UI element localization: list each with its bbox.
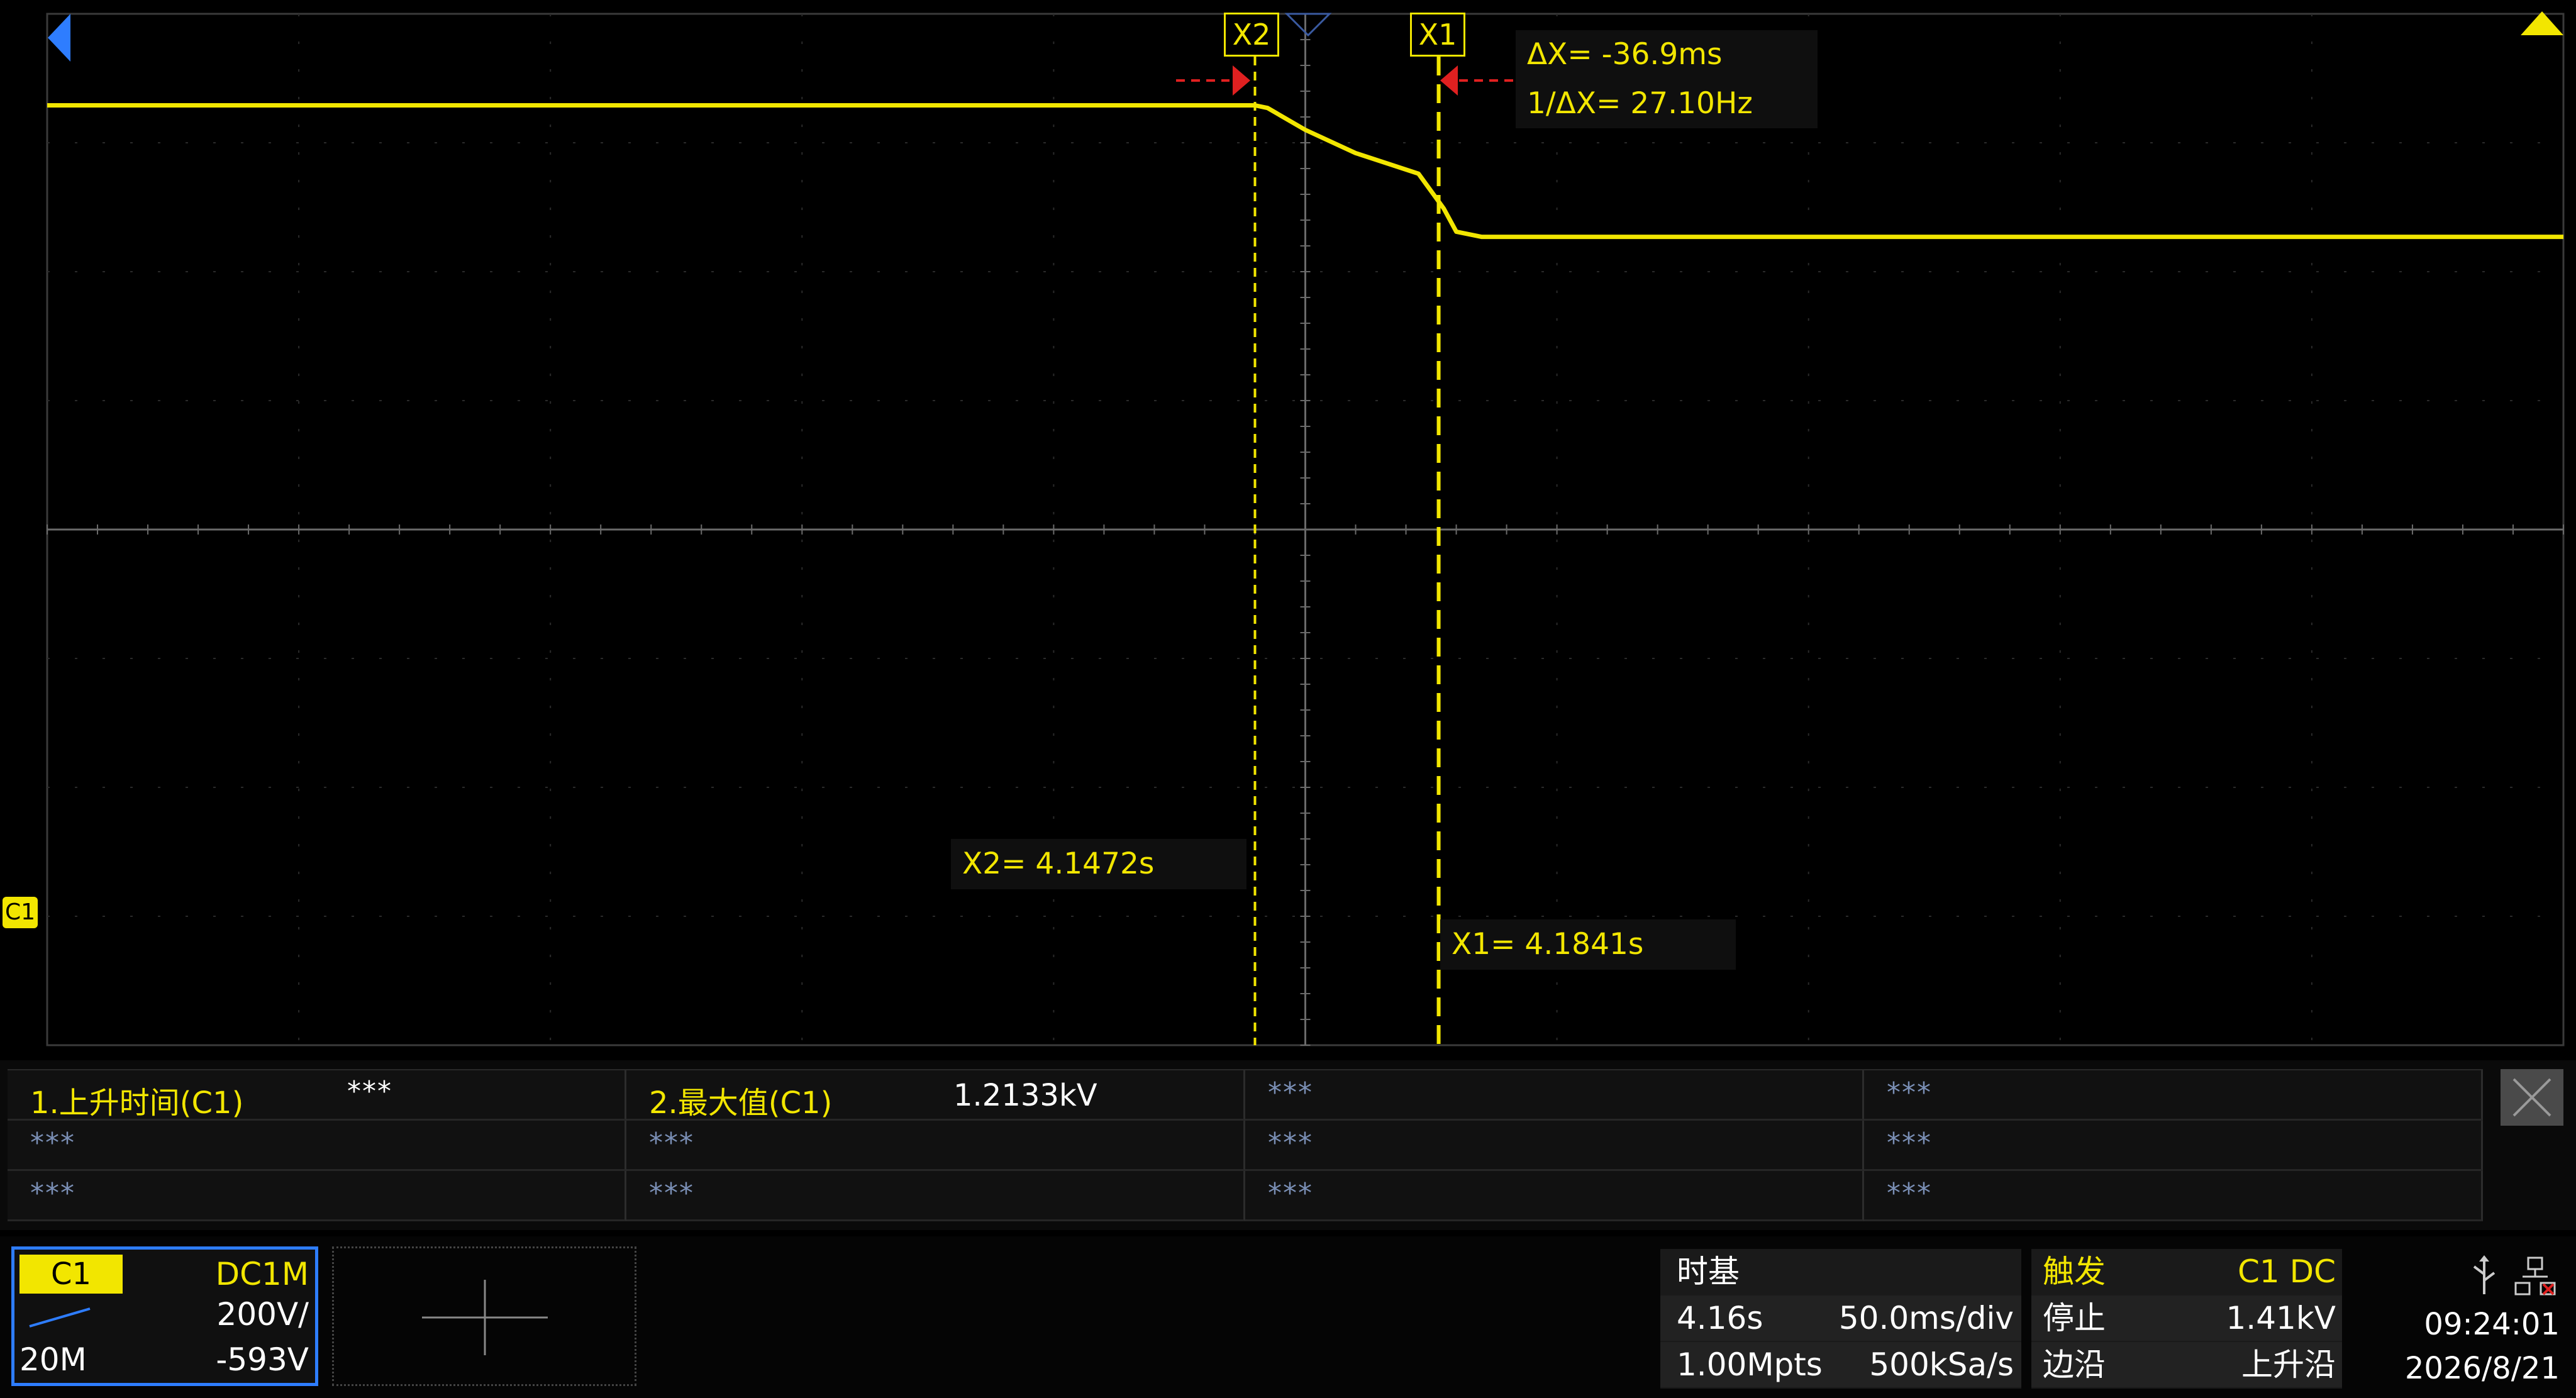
probe-icon xyxy=(29,1307,91,1328)
cursor-delta-readout: ΔX= -36.9ms 1/ΔX= 27.10Hz xyxy=(1516,30,1818,128)
measurement-cell[interactable]: *** xyxy=(626,1171,1245,1221)
cursor-x1-readout: X1= 4.1841s xyxy=(1440,919,1736,970)
channel-c1-label: C1 xyxy=(19,1255,123,1294)
measurement-empty-value: *** xyxy=(1268,1177,1313,1209)
measurement-cell[interactable]: *** xyxy=(1245,1121,1864,1171)
inverse-delta-x-value: 1/ΔX= 27.10Hz xyxy=(1527,86,1753,121)
trigger-mode: 边沿 xyxy=(2043,1346,2106,1383)
channel-c1-panel[interactable]: C1 DC1M 200V/ 20M -593V xyxy=(11,1246,318,1386)
measurement-cell[interactable]: *** xyxy=(1245,1070,1864,1121)
measurement-cell[interactable]: 2.最大值(C1) 1.2133kV xyxy=(626,1070,1245,1121)
measurement-cell[interactable]: *** xyxy=(8,1121,626,1171)
measurement-empty-value: *** xyxy=(1268,1127,1313,1159)
cursor-x1-tag[interactable]: X1 xyxy=(1410,13,1465,57)
measurement-empty-value: *** xyxy=(1887,1177,1932,1209)
timebase-scale: 50.0ms/div xyxy=(1838,1300,2014,1336)
measurement-empty-value: *** xyxy=(649,1177,694,1209)
trigger-level-marker-icon[interactable] xyxy=(2521,11,2563,35)
clock-time: 09:24:01 xyxy=(2424,1307,2560,1342)
timebase-delay: 4.16s xyxy=(1677,1300,1763,1336)
channel-bandwidth: 20M xyxy=(19,1341,87,1378)
close-icon xyxy=(2512,1078,2551,1117)
trigger-level: 1.41kV xyxy=(2226,1300,2336,1336)
timebase-memory: 1.00Mpts xyxy=(1677,1346,1823,1383)
timebase-title: 时基 xyxy=(1677,1253,1740,1290)
timebase-sample-rate: 500kSa/s xyxy=(1869,1346,2014,1383)
measurement-empty-value: *** xyxy=(30,1127,75,1159)
measurement-table: 1.上升时间(C1) *** 2.最大值(C1) 1.2133kV *** *** *** *… xyxy=(8,1069,2483,1221)
measurement-close-button[interactable] xyxy=(2501,1069,2563,1126)
channel-scale: 200V/ xyxy=(216,1296,309,1333)
waveform-display[interactable] xyxy=(0,0,2576,1057)
add-channel-button[interactable] xyxy=(332,1246,636,1386)
channel-offset: -593V xyxy=(216,1341,309,1378)
channel-coupling: DC1M xyxy=(215,1256,309,1292)
measurement-cell[interactable]: *** xyxy=(1245,1171,1864,1221)
clock-date: 2026/8/21 xyxy=(2404,1351,2560,1386)
measurement-panel: 1.上升时间(C1) *** 2.最大值(C1) 1.2133kV *** *** *** *… xyxy=(0,1060,2576,1230)
cursor-x2-arrow xyxy=(1176,65,1250,96)
plus-icon xyxy=(422,1280,548,1355)
cursor-x2-readout: X2= 4.1472s xyxy=(951,839,1246,889)
cursor-x2-tag[interactable]: X2 xyxy=(1224,13,1279,57)
trigger-position-marker-icon[interactable] xyxy=(1284,13,1332,37)
measurement-value: *** xyxy=(347,1075,392,1107)
grid xyxy=(46,13,2565,1046)
measurement-cell[interactable]: *** xyxy=(626,1121,1245,1171)
measurement-empty-value: *** xyxy=(1887,1077,1932,1109)
trigger-title: 触发 xyxy=(2043,1253,2106,1290)
measurement-label: 1.上升时间(C1) xyxy=(30,1085,244,1121)
trigger-state: 停止 xyxy=(2043,1300,2106,1336)
measurement-cell[interactable]: *** xyxy=(8,1171,626,1221)
measurement-cell[interactable]: *** xyxy=(1864,1121,2483,1171)
channel-c1-ground-marker[interactable]: C1 xyxy=(3,897,38,928)
measurement-value: 1.2133kV xyxy=(953,1078,1097,1113)
delta-x-value: ΔX= -36.9ms xyxy=(1527,37,1723,72)
measurement-empty-value: *** xyxy=(30,1177,75,1209)
measurement-cell[interactable]: *** xyxy=(1864,1070,2483,1121)
clock-panel: 09:24:01 2026/8/21 xyxy=(2352,1249,2566,1389)
measurement-empty-value: *** xyxy=(1887,1127,1932,1159)
left-scroll-marker-icon[interactable] xyxy=(48,14,70,62)
usb-icon xyxy=(2473,1255,2496,1294)
trigger-source: C1 DC xyxy=(2237,1253,2336,1290)
trigger-slope: 上升沿 xyxy=(2241,1346,2336,1383)
measurement-cell[interactable]: *** xyxy=(1864,1171,2483,1221)
trigger-panel[interactable]: 触发 C1 DC 停止 1.41kV 边沿 上升沿 xyxy=(2031,1249,2342,1389)
cursor-x1-arrow xyxy=(1440,65,1516,96)
measurement-label: 2.最大值(C1) xyxy=(649,1085,833,1121)
measurement-cell[interactable]: 1.上升时间(C1) *** xyxy=(8,1070,626,1121)
network-disconnected-icon xyxy=(2514,1257,2556,1295)
measurement-empty-value: *** xyxy=(649,1127,694,1159)
status-bar: C1 DC1M 200V/ 20M -593V 时基 4.16s 50.0ms/… xyxy=(0,1236,2576,1398)
measurement-empty-value: *** xyxy=(1268,1077,1313,1109)
timebase-panel[interactable]: 时基 4.16s 50.0ms/div 1.00Mpts 500kSa/s xyxy=(1660,1249,2021,1389)
